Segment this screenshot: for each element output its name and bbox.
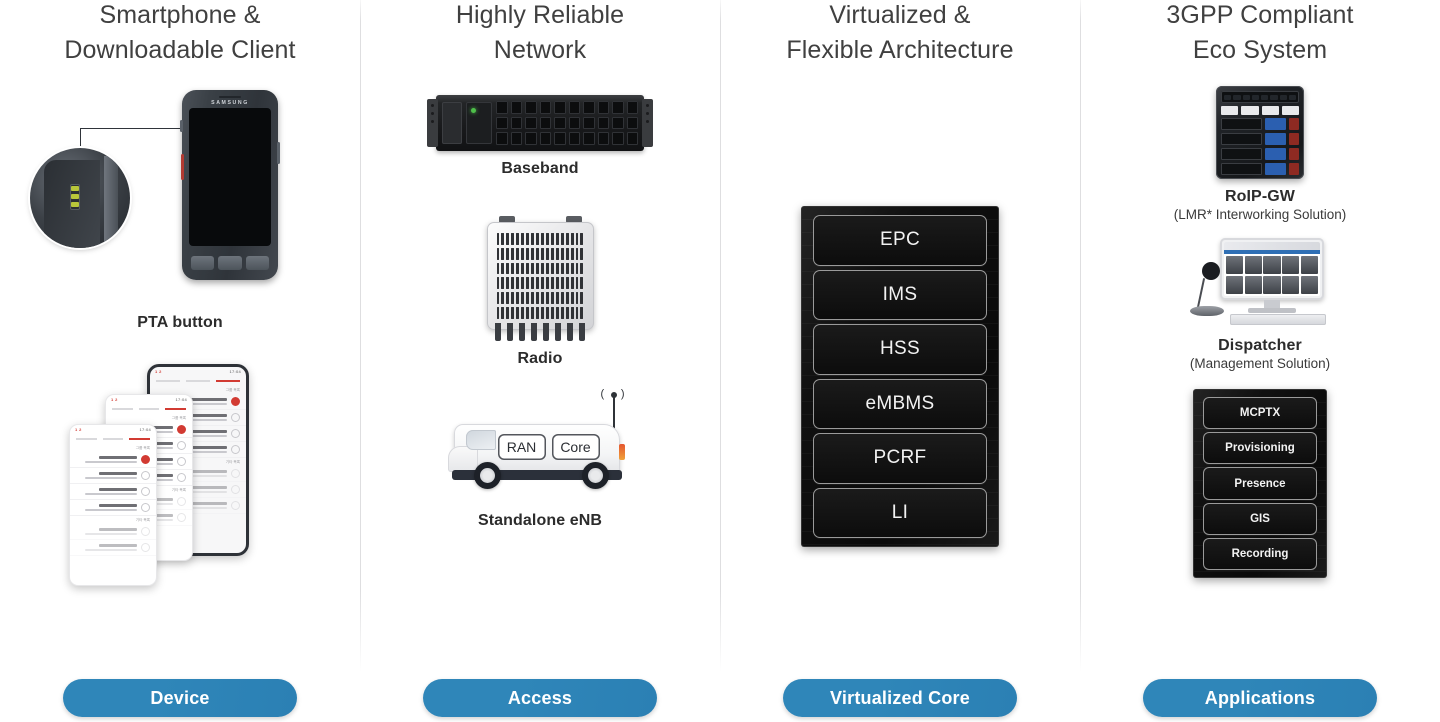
phone-brand-label: SAMSUNG [211,100,249,106]
standalone-enb-vehicle: () RAN Core [447,388,633,503]
phone-speaker [219,96,241,98]
rack-unit-recording: Recording [1203,537,1317,571]
dispatcher-tile-grid [1224,254,1320,296]
roip-module-3 [1221,148,1299,160]
dispatcher-monitor [1220,238,1324,300]
microphone-base [1190,306,1224,316]
caption-pta-button: PTA button [137,314,223,331]
phone-power-button [277,142,280,164]
roip-top-panel [1221,91,1299,103]
roip-module-2 [1221,133,1299,145]
phone-soft-keys [191,256,269,270]
radio-unit-illustration [483,216,598,341]
van-tag-ran: RAN [497,434,546,460]
pta-led-2 [71,194,79,199]
microphone-arm [1196,278,1206,308]
radio-connectors [494,323,586,341]
rack-ear-right [642,99,653,147]
caption-roip-gw: RoIP-GW [1224,188,1296,205]
column-heading-device: Smartphone & Downloadable Client [64,1,296,64]
column-virtualized-core: Virtualized & Flexible Architecture EPC … [720,0,1080,722]
baseband-unit-illustration [427,95,653,151]
pill-button-virtualized-core[interactable]: Virtualized Core [783,679,1017,717]
radio-body [486,222,594,330]
van-front-wheel [473,462,501,489]
caption-standalone-enb: Standalone eNB [477,512,603,529]
pill-button-access[interactable]: Access [423,679,657,717]
van-taillight [618,444,625,460]
client-app-screenshots: 1 2 17:04 그룹 목록 기타 목록 1 2 17:04 그룹 목록 기타… [65,356,295,586]
app-screenshot-front: 1 2 17:04 그룹 목록 기타 목록 [69,424,157,586]
rack-unit-provisioning: Provisioning [1203,432,1317,465]
pill-cell-virtualized-core: Virtualized Core [720,679,1080,717]
van-windshield [465,430,496,450]
column-heading-virtualized-core: Virtualized & Flexible Architecture [786,1,1014,64]
rack-unit-presence: Presence [1203,467,1317,500]
rack-ear-left [427,99,438,147]
applications-rack: MCPTX Provisioning Presence GIS Recordin… [1193,389,1327,578]
category-pill-row: Device Access Virtualized Core Applicati… [0,679,1440,717]
rack-unit-gis: GIS [1203,502,1317,535]
column-body-virtualized-core: EPC IMS HSS eMBMS PCRF LI [720,68,1080,722]
van-rear-wheel [581,462,609,489]
caption-radio: Radio [517,350,563,367]
phone-screen [189,108,271,246]
phone-side-detail [104,156,118,248]
subcaption-roip-gw: (LMR* Interworking Solution) [1173,207,1347,222]
pill-cell-access: Access [360,679,720,717]
column-body-access: Baseband Radio () RAN Core Standalone e… [360,68,720,722]
rack-unit-mcptx: MCPTX [1203,397,1317,430]
baseband-power-supply [442,102,462,144]
keyboard [1230,314,1326,325]
column-heading-access: Highly Reliable Network [455,1,625,64]
solution-architecture-board: Smartphone & Downloadable Client SAMSUNG [0,0,1440,722]
phone-pta-illustration: SAMSUNG [30,90,330,305]
rack-unit-pcrf: PCRF [813,433,987,484]
rack-unit-ims: IMS [813,269,987,320]
roip-gateway-illustration [1216,86,1304,179]
roip-port-row [1221,106,1299,115]
pill-button-device[interactable]: Device [63,679,297,717]
column-access: Highly Reliable Network Baseband Radio (… [360,0,720,722]
van-tag-core: Core [551,434,600,460]
caption-dispatcher: Dispatcher [1218,337,1302,354]
baseband-control-card [466,102,492,144]
column-applications: 3GPP Compliant Eco System RoIP-GW (LMR* … [1080,0,1440,722]
column-body-device: SAMSUNG PTA button 1 2 17:04 그룹 목록 기타 목록… [0,68,360,722]
microphone-icon [1202,262,1220,280]
dispatcher-illustration [1190,238,1330,328]
pill-cell-applications: Applications [1080,679,1440,717]
pill-cell-device: Device [0,679,360,717]
phone-pta-button [181,154,184,180]
phone-volume-button [180,120,183,132]
roip-module-4 [1221,163,1299,175]
smartphone-device: SAMSUNG [180,90,280,280]
rack-unit-li: LI [813,487,987,538]
rack-unit-epc: EPC [813,215,987,266]
column-device: Smartphone & Downloadable Client SAMSUNG [0,0,360,722]
dispatcher-screen [1224,242,1320,296]
caption-baseband: Baseband [501,160,579,177]
pta-button-zoom-circle [30,148,130,248]
rack-unit-embms: eMBMS [813,378,987,429]
subcaption-dispatcher: (Management Solution) [1189,356,1331,371]
column-heading-applications: 3GPP Compliant Eco System [1166,1,1354,64]
column-body-applications: RoIP-GW (LMR* Interworking Solution) Dis… [1080,68,1440,722]
virtualized-core-rack: EPC IMS HSS eMBMS PCRF LI [801,206,999,547]
monitor-base [1248,308,1296,313]
radio-heatsink-fins [496,233,584,319]
dispatcher-toolbar [1224,242,1320,250]
roip-module-1 [1221,118,1299,130]
pta-led-3 [71,202,79,207]
rack-unit-hss: HSS [813,324,987,375]
pill-button-applications[interactable]: Applications [1143,679,1377,717]
baseband-slots [496,101,638,146]
status-led-icon [471,108,476,113]
pta-led-1 [71,186,79,191]
